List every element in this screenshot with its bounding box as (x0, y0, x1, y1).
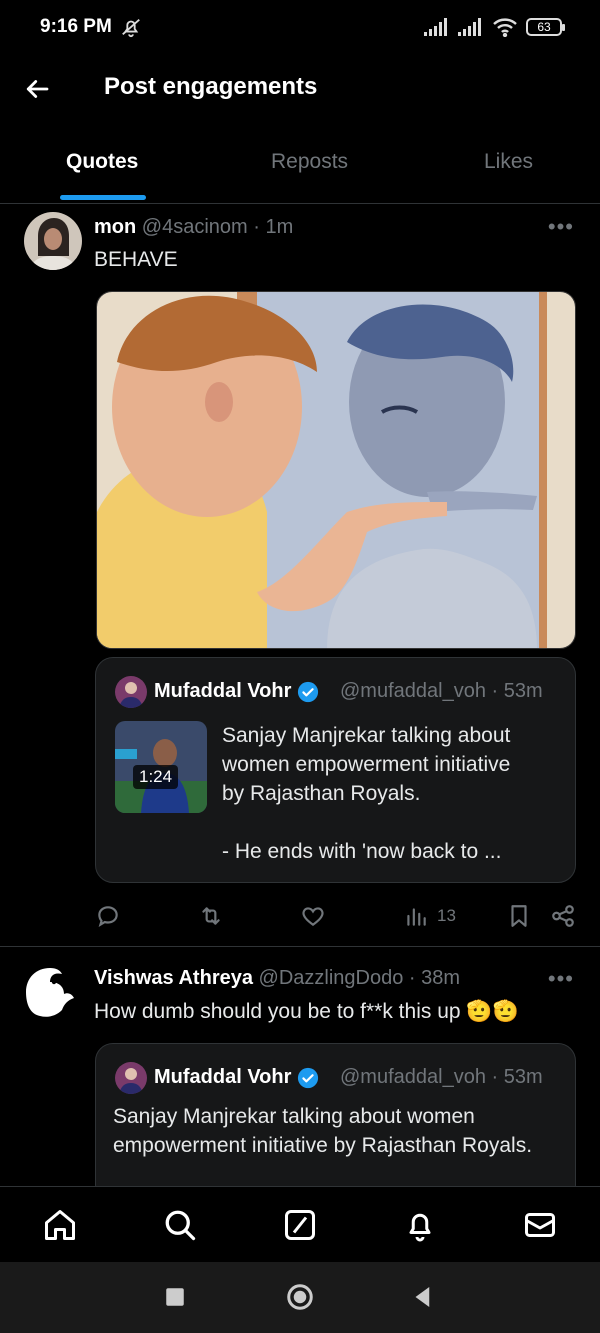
quoted-text-line: Sanjay Manjrekar talking about women (113, 1105, 475, 1128)
verified-badge-icon (298, 1067, 319, 1088)
quoted-post[interactable]: Mufaddal Vohr @mufaddal_voh · 53m Sanjay… (95, 1043, 576, 1203)
messages-icon[interactable] (522, 1207, 558, 1243)
notifications-icon[interactable] (402, 1207, 438, 1243)
quoted-meta: @mufaddal_voh · 53m (340, 1066, 543, 1089)
quoted-handle: @mufaddal_voh (340, 1066, 486, 1088)
quoted-avatar (115, 1062, 147, 1094)
post-author[interactable]: Vishwas Athreya @DazzlingDodo · 38m (94, 967, 460, 990)
home-circle-icon[interactable] (285, 1282, 315, 1312)
quoted-display-name: Mufaddal Vohr (154, 1066, 292, 1088)
post-item[interactable]: Vishwas Athreya @DazzlingDodo · 38m ••• … (0, 0, 600, 1203)
search-icon[interactable] (162, 1207, 198, 1243)
quoted-author: Mufaddal Vohr (154, 1066, 319, 1089)
more-options-icon[interactable]: ••• (548, 966, 574, 992)
recents-icon[interactable] (160, 1282, 190, 1312)
post-text: How dumb should you be to f**k this up 🫡… (94, 1000, 519, 1023)
quoted-text: Sanjay Manjrekar talking about women emp… (113, 1102, 532, 1160)
handle: @DazzlingDodo (258, 967, 404, 989)
back-triangle-icon[interactable] (408, 1282, 438, 1312)
bottom-navigation (0, 1186, 600, 1262)
grok-icon[interactable] (282, 1207, 318, 1243)
quoted-text-line: empowerment initiative by Rajasthan Roya… (113, 1134, 533, 1157)
display-name: Vishwas Athreya (94, 967, 253, 989)
post-time: · 38m (408, 967, 461, 989)
system-navigation-bar (0, 1262, 600, 1333)
home-icon[interactable] (42, 1207, 78, 1243)
quoted-time: · 53m (491, 1066, 543, 1088)
avatar[interactable] (20, 962, 78, 1020)
